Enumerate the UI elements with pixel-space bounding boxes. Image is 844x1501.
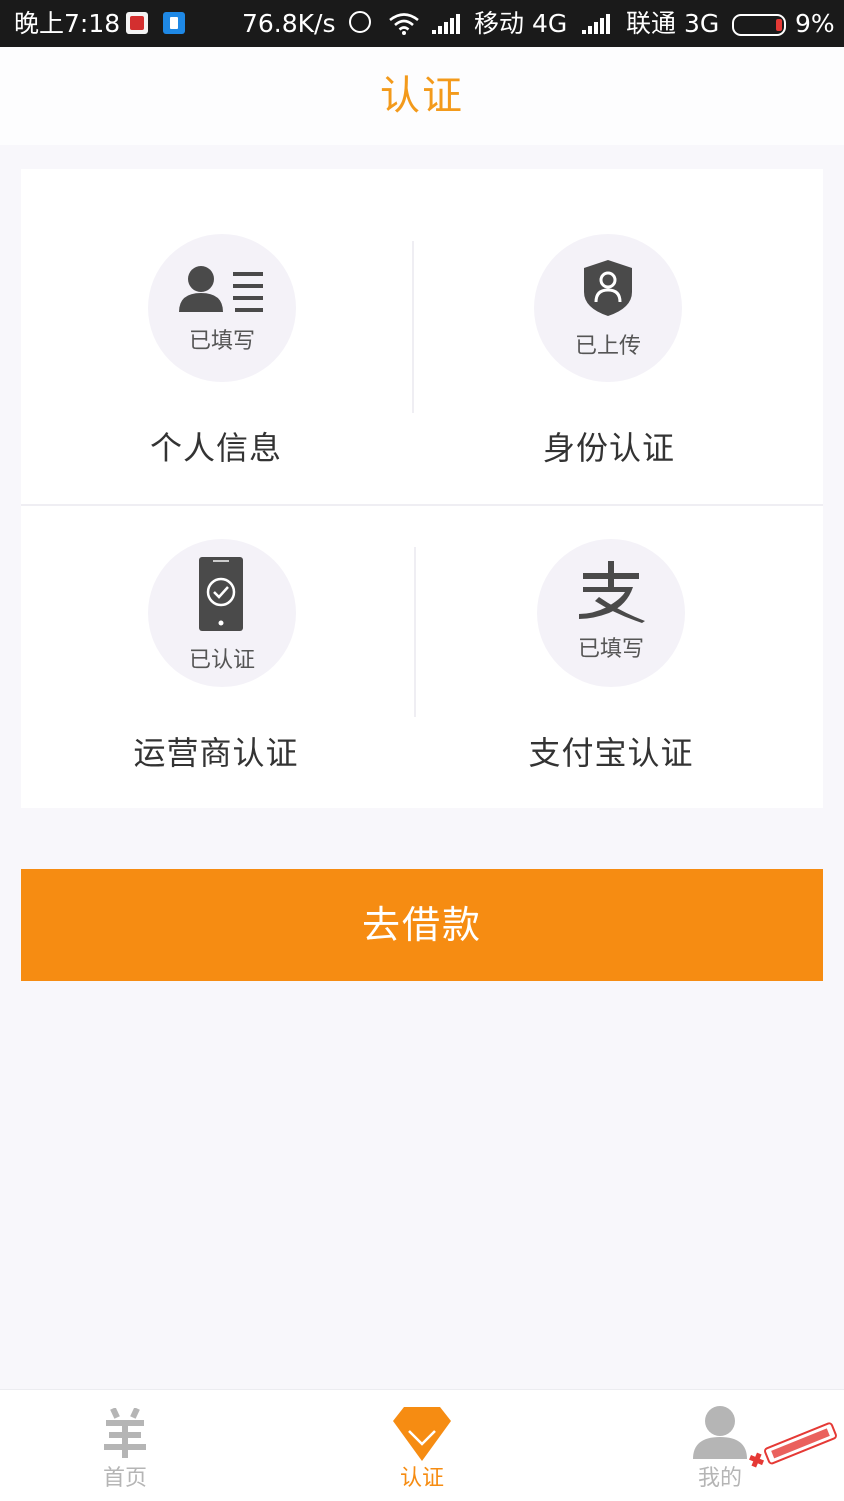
nav-label: 认证: [399, 1466, 444, 1491]
card-alipay[interactable]: 已填写 支付宝认证: [416, 506, 806, 806]
status-time: 晚上7:18: [14, 9, 121, 38]
card-label: 身份认证: [542, 429, 675, 467]
status-net-speed: 76.8K/s: [242, 9, 336, 38]
status-bar: 晚上7:18 76.8K/s 移动 4G 联通 3G 9%: [0, 0, 844, 47]
diamond-icon: [393, 1407, 451, 1461]
card-status: 已上传: [574, 334, 641, 359]
alipay-icon: [579, 561, 645, 623]
card-label: 支付宝认证: [528, 734, 694, 772]
bottom-nav: 首页 认证 我的: [0, 1389, 844, 1501]
borrow-button[interactable]: 去借款: [21, 869, 823, 981]
person-info-icon: [179, 266, 263, 312]
verification-grid: 已填写 个人信息 已上传 身份认证 已认证 运营商认证 已填写 支付宝认证: [21, 169, 823, 808]
card-status: 已填写: [577, 637, 644, 662]
status-battery-percent: 9%: [795, 9, 835, 38]
card-icon-circle: 已认证: [148, 539, 296, 687]
card-status: 已填写: [188, 329, 255, 354]
page-title: 认证: [380, 73, 464, 119]
notification-clipboard-icon: [163, 12, 185, 34]
signal-icon: [432, 14, 460, 34]
id-shield-icon: [584, 260, 632, 316]
card-label: 个人信息: [149, 429, 282, 467]
signal-icon: [582, 14, 610, 34]
card-identity[interactable]: 已上传 身份认证: [414, 169, 804, 469]
status-carrier-2: 联通 3G: [626, 9, 720, 38]
card-icon-circle: 已填写: [537, 539, 685, 687]
status-carrier-1: 移动 4G: [474, 9, 568, 38]
notification-app-icon: [126, 12, 148, 34]
alarm-icon: [349, 11, 371, 33]
card-carrier[interactable]: 已认证 运营商认证: [21, 506, 411, 806]
phone-check-icon: [199, 557, 243, 631]
user-icon: [693, 1406, 747, 1459]
wifi-icon: [389, 13, 419, 35]
nav-item-verify[interactable]: 认证: [337, 1390, 507, 1501]
card-icon-circle: 已上传: [534, 234, 682, 382]
nav-label: 首页: [102, 1466, 147, 1491]
card-status: 已认证: [188, 648, 255, 673]
card-icon-circle: 已填写: [148, 234, 296, 382]
nav-item-home[interactable]: 首页: [40, 1390, 210, 1501]
watermark-logo: [749, 1422, 837, 1468]
sheep-icon: [104, 1408, 146, 1458]
battery-icon: [732, 14, 786, 36]
page-header: 认证: [0, 47, 844, 145]
card-personal-info[interactable]: 已填写 个人信息: [21, 169, 411, 469]
card-label: 运营商认证: [133, 734, 299, 772]
